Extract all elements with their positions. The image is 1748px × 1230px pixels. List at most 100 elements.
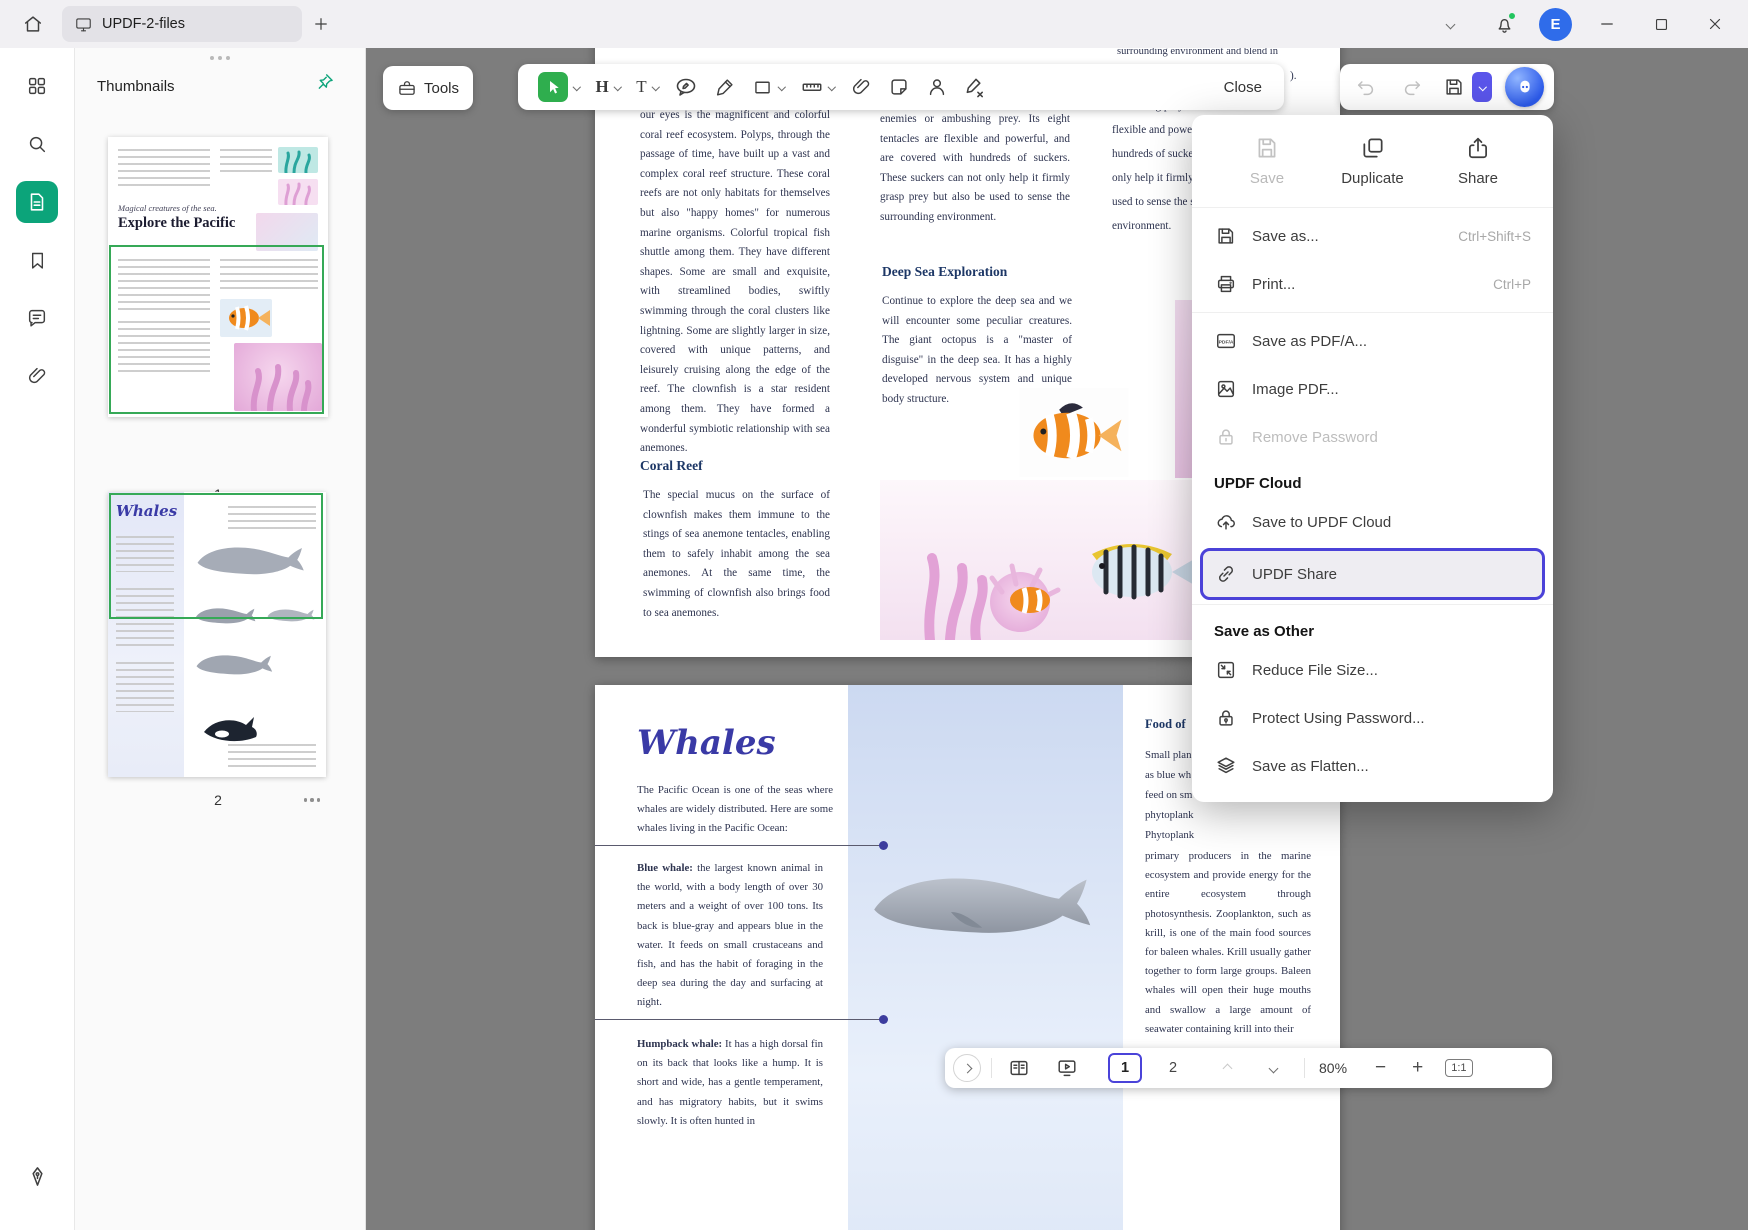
updf-window: UPDF-2-files E — [0, 0, 1748, 1230]
undo-button[interactable] — [1350, 72, 1383, 102]
menu-item-updf-share[interactable]: UPDF Share — [1203, 551, 1542, 597]
menu-section-save-as-other: Save as Other — [1192, 609, 1553, 646]
blue-whale-label: Blue whale: — [637, 862, 693, 874]
thumb1-caption: Magical creatures of the sea. — [118, 203, 217, 213]
bookmarks-button[interactable] — [15, 238, 59, 282]
home-button[interactable] — [14, 5, 52, 43]
reading-view-button[interactable] — [1002, 1053, 1036, 1083]
whale-illustration — [867, 853, 1107, 959]
measure-tool-button[interactable] — [793, 64, 843, 110]
sticker-tool-button[interactable] — [880, 64, 918, 110]
maximize-button[interactable] — [1642, 5, 1680, 43]
ink-pen-button[interactable] — [15, 1154, 59, 1198]
page1-top-fragment: surrounding environment and blend in — [1117, 48, 1278, 62]
menu-item-save-to-updf-cloud[interactable]: Save to UPDF Cloud — [1192, 498, 1553, 546]
pin-icon — [315, 72, 335, 92]
pin-panel-button[interactable] — [315, 72, 335, 97]
close-icon — [1706, 15, 1724, 33]
tools-label: Tools — [424, 80, 459, 97]
minimize-button[interactable] — [1588, 5, 1626, 43]
attach-file-tool-button[interactable] — [842, 64, 880, 110]
humpback-whale-body: It has a high dorsal fin on its back tha… — [637, 1038, 823, 1127]
page-2-button[interactable]: 2 — [1156, 1053, 1190, 1083]
plus-icon — [312, 15, 330, 33]
page-thumbnail-2[interactable]: Whales — [108, 492, 326, 777]
tools-button[interactable]: Tools — [383, 66, 473, 110]
chevron-down-icon — [1445, 19, 1455, 29]
redo-button[interactable] — [1396, 72, 1429, 102]
humpback-whale-text: Humpback whale: It has a high dorsal fin… — [637, 1035, 823, 1131]
food-body-text: primary producers in the marine ecosyste… — [1145, 847, 1311, 1039]
document-icon — [26, 191, 48, 213]
menu-item-reduce-file-size[interactable]: Reduce File Size... — [1192, 646, 1553, 694]
quick-actions-toolbar — [1340, 64, 1554, 110]
comments-button[interactable] — [15, 296, 59, 340]
collapse-bottom-bar-button[interactable] — [953, 1054, 981, 1082]
fill-sign-tool-button[interactable] — [956, 64, 995, 110]
coral-reef-heading: Coral Reef — [640, 458, 703, 474]
presentation-button[interactable] — [1050, 1053, 1084, 1083]
shapes-tool-button[interactable] — [744, 64, 793, 110]
zoom-out-button[interactable]: − — [1375, 1057, 1386, 1079]
timeline-dot-2 — [879, 1015, 888, 1024]
menu-item-protect-using-password[interactable]: Protect Using Password... — [1192, 694, 1553, 742]
menu-item-label: Save to UPDF Cloud — [1252, 514, 1391, 531]
zoom-level-button[interactable]: 80% — [1319, 1060, 1347, 1076]
grid-icon — [26, 75, 48, 97]
current-page-input[interactable]: 1 — [1108, 1053, 1142, 1083]
close-window-button[interactable] — [1696, 5, 1734, 43]
thumbnails-panel: Thumbnails Magical creatures of the sea.… — [75, 48, 366, 1230]
thumbnails-panel-button[interactable] — [15, 180, 59, 224]
menu-item-label: Reduce File Size... — [1252, 662, 1378, 679]
menu-item-remove-password: Remove Password — [1192, 413, 1553, 461]
zoom-in-button[interactable]: + — [1412, 1057, 1423, 1079]
page1-column3-fragment: flexible and powe — [1112, 120, 1192, 140]
actual-size-button[interactable]: 1:1 — [1445, 1059, 1472, 1077]
quick-duplicate-button[interactable]: Duplicate — [1330, 135, 1416, 187]
chevron-down-icon — [614, 83, 622, 91]
panel-drag-handle[interactable] — [75, 56, 365, 60]
signature-tool-button[interactable] — [918, 64, 956, 110]
menu-item-save-as-flatten[interactable]: Save as Flatten... — [1192, 742, 1553, 790]
select-cursor-icon — [538, 72, 568, 102]
thumb1-selection-rect[interactable] — [109, 245, 324, 414]
save-button[interactable] — [1441, 72, 1467, 102]
new-tab-button[interactable] — [302, 5, 340, 43]
pen-tool-button[interactable] — [706, 64, 744, 110]
menu-item-save-as-pdfa[interactable]: PDF/A Save as PDF/A... — [1192, 317, 1553, 365]
heading-tool-button[interactable]: H — [588, 64, 629, 110]
avatar[interactable]: E — [1539, 8, 1572, 41]
thumb2-orca — [200, 714, 260, 744]
humpback-whale-label: Humpback whale: — [637, 1038, 722, 1050]
thumbnails-panel-title: Thumbnails — [97, 78, 175, 95]
menu-item-print[interactable]: Print... Ctrl+P — [1192, 260, 1553, 308]
marker-pen-icon — [714, 76, 736, 98]
notifications-button[interactable] — [1485, 5, 1523, 43]
menu-item-image-pdf[interactable]: Image PDF... — [1192, 365, 1553, 413]
menu-item-save-as[interactable]: Save as... Ctrl+Shift+S — [1192, 212, 1553, 260]
quick-save-button: Save — [1224, 135, 1310, 187]
thumb2-selection-rect[interactable] — [109, 493, 323, 619]
menu-item-label: Image PDF... — [1252, 381, 1339, 398]
attachments-button[interactable] — [15, 354, 59, 398]
apps-grid-button[interactable] — [15, 64, 59, 108]
quick-actions-row: Save Duplicate Share — [1192, 127, 1553, 203]
comment-tool-button[interactable] — [666, 64, 706, 110]
search-button[interactable] — [15, 122, 59, 166]
previous-page-button[interactable] — [1210, 1053, 1244, 1083]
close-toolbar-button[interactable]: Close — [1214, 79, 1272, 96]
ai-assistant-button[interactable] — [1505, 67, 1544, 107]
whales-intro-text: The Pacific Ocean is one of the seas whe… — [637, 781, 833, 839]
save-menu-dropdown-button[interactable] — [1472, 72, 1492, 102]
select-tool-button[interactable] — [530, 64, 588, 110]
quick-save-label: Save — [1250, 170, 1284, 187]
page1-column3-fragment: hundreds of sucke — [1112, 144, 1193, 164]
page-thumbnail-1[interactable]: Magical creatures of the sea. Explore th… — [108, 137, 328, 417]
next-page-button[interactable] — [1256, 1053, 1290, 1083]
document-tab[interactable]: UPDF-2-files — [62, 6, 302, 42]
text-tool-button[interactable]: T — [628, 64, 666, 110]
text-tool-glyph: T — [636, 77, 646, 97]
thumb2-more-button[interactable] — [304, 798, 321, 802]
collapse-toolbar-button[interactable] — [1431, 5, 1469, 43]
quick-share-button[interactable]: Share — [1435, 135, 1521, 187]
